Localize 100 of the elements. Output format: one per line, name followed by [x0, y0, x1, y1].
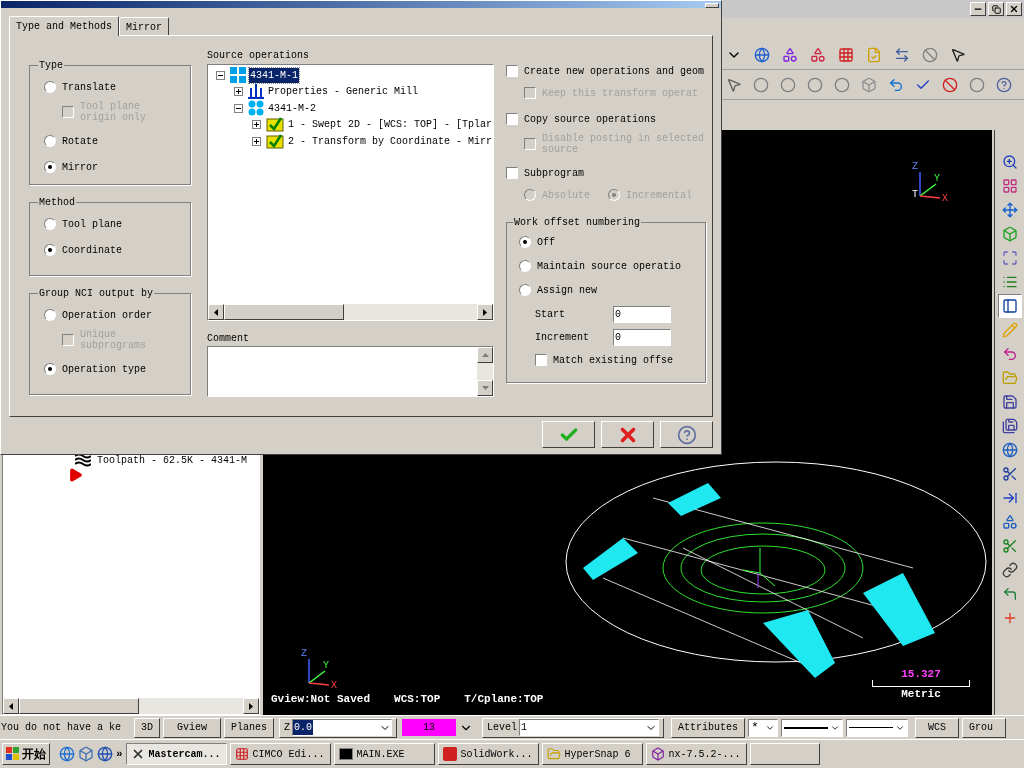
scroll-right-icon[interactable] [477, 304, 493, 320]
radio-button[interactable] [519, 260, 531, 272]
line-width-dropdown[interactable] [846, 718, 909, 737]
arrow-to-line-icon [1001, 490, 1018, 506]
circle-icon [834, 76, 850, 93]
ban-icon [942, 76, 958, 93]
expand-icon[interactable] [252, 136, 261, 146]
comment-field[interactable] [207, 346, 494, 397]
undo-icon [888, 76, 904, 93]
scale-bar-icon [872, 680, 970, 687]
tree-item[interactable]: Properties - Generic Mill [267, 83, 420, 99]
scrollbar-thumb[interactable] [19, 698, 139, 714]
console-icon [338, 748, 353, 760]
field-label: Level [487, 721, 518, 735]
number-field[interactable]: 0 [613, 329, 671, 346]
taskbar-button[interactable]: MAIN.EXE [333, 743, 435, 765]
status-button[interactable]: Planes [224, 717, 275, 738]
wcs-button[interactable]: WCS [915, 717, 960, 738]
taskbar-button[interactable]: nx-7.5.2-... [645, 743, 747, 765]
cube-icon[interactable] [78, 746, 94, 762]
groups-button[interactable]: Grou [962, 717, 1007, 738]
corner-icon [1001, 586, 1018, 602]
circle-icon [969, 76, 985, 93]
view-info: Gview:Not Saved [271, 691, 371, 707]
cut-icon [1001, 538, 1018, 554]
close-icon[interactable] [705, 3, 719, 8]
status-button[interactable]: Gview [163, 717, 221, 738]
color-swatch[interactable]: 13 [402, 719, 457, 736]
checked-folder-icon [266, 133, 284, 149]
scroll-right-icon[interactable] [243, 698, 259, 714]
field-label: Increment [535, 331, 590, 345]
taskbar-button[interactable]: SolidWork... [437, 743, 539, 765]
radio-button[interactable] [519, 284, 531, 296]
tree-item[interactable]: 4341-M-1 [249, 67, 299, 83]
radio-button[interactable] [44, 363, 56, 375]
attributes-button[interactable]: Attributes [671, 717, 746, 738]
grid-icon [230, 67, 246, 83]
level-field[interactable]: 1 [519, 719, 660, 736]
view-info: T/Cplane:TOP [464, 691, 544, 707]
tree-item[interactable]: 1 - Swept 2D - [WCS: TOP] - [Tplar [287, 116, 493, 132]
scroll-down-icon[interactable] [477, 380, 493, 396]
help-icon [996, 76, 1012, 93]
tree-item[interactable]: 4341-M-2 [267, 100, 317, 116]
undo-icon [1001, 346, 1018, 362]
checkbox[interactable] [535, 354, 547, 366]
more-icon[interactable]: » [116, 745, 123, 763]
collapse-icon[interactable] [234, 103, 243, 113]
taskbar-button[interactable]: Mastercam... [125, 743, 227, 765]
circle-icon [780, 76, 796, 93]
radio-button[interactable] [44, 161, 56, 173]
status-button[interactable]: 3D [134, 717, 160, 738]
checkbox[interactable] [506, 65, 518, 77]
option-label: Mirror [62, 160, 98, 175]
radio-button[interactable] [44, 135, 56, 147]
collapse-icon[interactable] [216, 70, 225, 80]
browser-icon[interactable] [59, 746, 75, 762]
taskbar-button[interactable]: HyperSnap 6 [541, 743, 643, 765]
globe-icon[interactable] [97, 746, 113, 762]
bars-icon [248, 83, 264, 99]
expand-icon[interactable] [252, 119, 261, 129]
expand-icon[interactable] [234, 86, 243, 96]
checkbox[interactable] [506, 167, 518, 179]
scrollbar-thumb[interactable] [224, 304, 344, 320]
file-icon [866, 46, 882, 63]
taskbar-button[interactable] [749, 743, 820, 765]
tree-item[interactable]: Toolpath - 62.5K - 4341-M [97, 452, 248, 468]
line-style-dropdown[interactable] [781, 718, 844, 737]
list-icon [1001, 274, 1018, 290]
number-field[interactable]: 0 [613, 306, 671, 323]
toolbar-button[interactable] [997, 294, 1022, 318]
radio-button[interactable] [44, 244, 56, 256]
pencil-icon [1001, 322, 1018, 338]
taskbar-button[interactable]: CIMCO Edi... [229, 743, 331, 765]
scroll-left-icon[interactable] [208, 304, 224, 320]
circles-icon [248, 100, 264, 116]
radio-button[interactable] [44, 309, 56, 321]
close-button[interactable] [1006, 2, 1022, 16]
cancel-button[interactable] [601, 421, 654, 448]
axis-label: T [912, 190, 918, 200]
restore-button[interactable] [988, 2, 1004, 16]
shapes-icon [1001, 514, 1018, 530]
checkbox[interactable] [506, 113, 518, 125]
start-button[interactable]: 开始 [2, 743, 50, 765]
circle-icon [753, 76, 769, 93]
radio-button[interactable] [44, 81, 56, 93]
ok-button[interactable] [542, 421, 595, 448]
tab[interactable]: Mirror [119, 17, 170, 35]
scroll-left-icon[interactable] [3, 698, 19, 714]
tree-item[interactable]: 2 - Transform by Coordinate - Mirr [287, 133, 493, 149]
radio-button[interactable] [519, 236, 531, 248]
scroll-up-icon[interactable] [477, 347, 493, 363]
point-style-dropdown[interactable]: * [748, 718, 779, 737]
help-button[interactable] [660, 421, 713, 448]
help-icon [676, 424, 697, 445]
radio-button[interactable] [44, 218, 56, 230]
z-depth-field[interactable]: 0.0 [292, 719, 393, 736]
minimize-button[interactable] [970, 2, 986, 16]
option-label: Translate [62, 80, 116, 95]
grid-icon [1001, 178, 1018, 194]
tab[interactable]: Type and Methods [9, 16, 119, 36]
